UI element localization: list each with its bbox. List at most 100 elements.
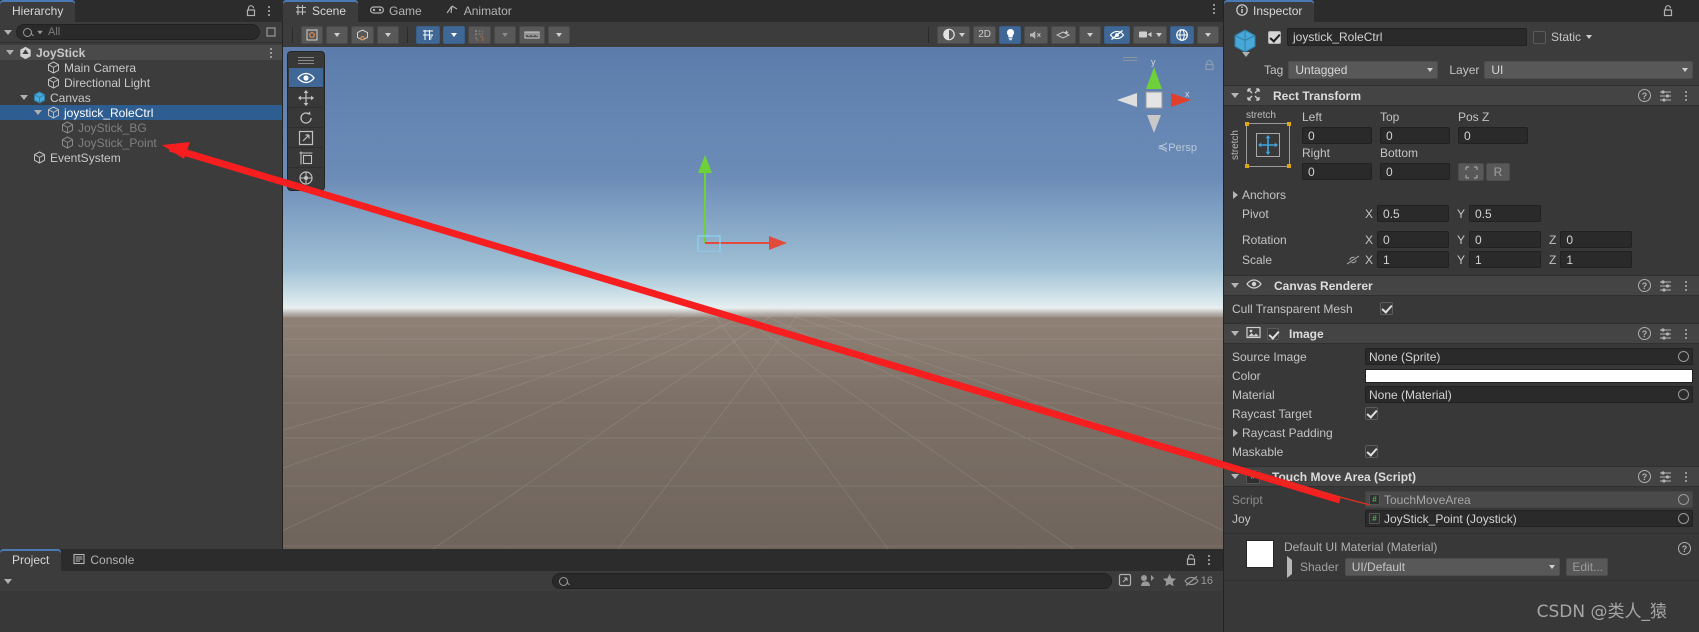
anchors-row[interactable]: Anchors (1224, 185, 1699, 204)
hierarchy-item-eventsystem[interactable]: EventSystem (0, 150, 282, 165)
scene-visibility-button[interactable] (1104, 25, 1130, 44)
project-lock-icon[interactable] (1185, 553, 1197, 567)
pivot-x-input[interactable]: 0.5 (1377, 205, 1450, 222)
static-toggle[interactable]: Static (1533, 30, 1593, 44)
blueprint-mode-button[interactable] (1458, 163, 1484, 181)
grid-snap-dropdown[interactable] (443, 25, 465, 44)
touch-move-area-header[interactable]: # Touch Move Area (Script) ? (1224, 466, 1699, 487)
gameobject-name-input[interactable]: joystick_RoleCtrl (1287, 28, 1527, 46)
raw-edit-button[interactable]: R (1486, 163, 1510, 181)
preset-icon[interactable] (1659, 470, 1672, 483)
image-component-header[interactable]: Image ? (1224, 323, 1699, 344)
handle-space-dropdown[interactable] (377, 25, 399, 44)
image-menu-icon[interactable] (1680, 327, 1692, 341)
scale-link-icon[interactable] (1340, 254, 1365, 266)
scene-camera-button[interactable] (1133, 25, 1167, 44)
canvas-renderer-header[interactable]: Canvas Renderer ? (1224, 275, 1699, 296)
tab-console[interactable]: Console (61, 549, 147, 571)
help-icon[interactable]: ? (1638, 89, 1651, 102)
tag-filter-icon[interactable] (1139, 573, 1155, 590)
tree-expand-icon[interactable] (4, 47, 15, 58)
hierarchy-search-input[interactable]: All (16, 24, 260, 40)
hierarchy-search-extra-icon[interactable] (264, 25, 278, 39)
posz-input[interactable]: 0 (1458, 127, 1528, 144)
anchor-preset-box[interactable] (1244, 122, 1291, 168)
hidden-count[interactable]: 16 (1184, 575, 1213, 587)
inspector-lock-icon[interactable] (1662, 4, 1674, 18)
preset-icon[interactable] (1659, 327, 1672, 340)
left-input[interactable]: 0 (1302, 127, 1372, 144)
rotation-x-input[interactable]: 0 (1377, 231, 1450, 248)
tree-expand-icon[interactable] (32, 107, 43, 118)
raycast-target-checkbox[interactable] (1365, 407, 1378, 420)
open-in-new-window-icon[interactable] (1118, 573, 1132, 590)
scale-z-input[interactable]: 1 (1560, 251, 1633, 268)
image-foldout-icon[interactable] (1230, 331, 1240, 336)
tab-hierarchy[interactable]: Hierarchy (0, 0, 76, 22)
snap-increment-dropdown[interactable] (494, 25, 516, 44)
maskable-checkbox[interactable] (1365, 445, 1378, 458)
scene-gizmos-button[interactable] (1170, 25, 1194, 44)
material-field[interactable]: None (Material) (1365, 386, 1693, 403)
material-help-icon[interactable]: ? (1678, 542, 1691, 555)
hierarchy-item-directional-light[interactable]: Directional Light (0, 75, 282, 90)
tab-animator[interactable]: Animator (433, 0, 524, 22)
bottom-input[interactable]: 0 (1380, 163, 1450, 180)
gameobject-active-checkbox[interactable] (1268, 30, 1281, 44)
shader-dropdown[interactable]: UI/Default (1344, 558, 1560, 576)
hierarchy-item-main-camera[interactable]: Main Camera (0, 60, 282, 75)
transform-tool-button[interactable] (289, 168, 323, 188)
rect-transform-header[interactable]: Rect Transform ? (1224, 85, 1699, 106)
scene-orientation-gizmo[interactable]: y x (1113, 57, 1195, 143)
gameobject-icon-wrap[interactable] (1232, 28, 1262, 57)
help-icon[interactable]: ? (1638, 327, 1651, 340)
touch-move-area-menu-icon[interactable] (1680, 470, 1692, 484)
raycast-padding-foldout-icon[interactable] (1228, 429, 1242, 437)
tab-project[interactable]: Project (0, 549, 62, 571)
top-input[interactable]: 0 (1380, 127, 1450, 144)
cull-transparent-mesh-checkbox[interactable] (1380, 302, 1393, 315)
scene-lighting-button[interactable] (999, 25, 1021, 44)
tab-scene[interactable]: Scene (283, 0, 359, 22)
preset-icon[interactable] (1659, 89, 1672, 102)
project-content-area[interactable] (0, 591, 1223, 631)
move-gizmo[interactable] (691, 147, 801, 255)
rect-transform-menu-icon[interactable] (1680, 89, 1692, 103)
touch-move-area-foldout-icon[interactable] (1230, 474, 1240, 479)
image-enabled-checkbox[interactable] (1267, 327, 1279, 340)
scale-y-input[interactable]: 1 (1469, 251, 1542, 268)
view-tool-button[interactable] (289, 68, 323, 88)
ruler-button[interactable] (519, 25, 545, 44)
right-input[interactable]: 0 (1302, 163, 1372, 180)
scene-fx-button[interactable] (1051, 25, 1076, 44)
hierarchy-item-joystick-rolectrl[interactable]: joystick_RoleCtrl (0, 105, 282, 120)
anchors-foldout-icon[interactable] (1228, 191, 1242, 199)
move-tool-button[interactable] (289, 88, 323, 108)
source-image-field[interactable]: None (Sprite) (1365, 348, 1693, 365)
shader-edit-button[interactable]: Edit... (1565, 558, 1608, 576)
search-filter-icon[interactable] (37, 30, 43, 34)
handle-space-button[interactable] (351, 25, 374, 44)
pivot-mode-button[interactable] (301, 25, 323, 44)
tree-expand-icon[interactable] (18, 92, 29, 103)
overlay-drag-handle[interactable] (298, 57, 314, 64)
object-picker-icon[interactable] (1678, 389, 1689, 400)
hierarchy-menu-icon[interactable] (263, 4, 275, 18)
canvas-renderer-menu-icon[interactable] (1680, 279, 1692, 293)
scene-tab-menu-icon[interactable] (1213, 4, 1215, 14)
scene-gizmo-lock-icon[interactable] (1204, 59, 1215, 75)
scene-context-menu-icon[interactable] (270, 47, 272, 58)
scene-audio-button[interactable] (1024, 25, 1048, 44)
canvas-renderer-foldout-icon[interactable] (1230, 283, 1240, 288)
joy-field[interactable]: # JoyStick_Point (Joystick) (1365, 510, 1693, 527)
hierarchy-item-joystick-bg[interactable]: JoyStick_BG (0, 120, 282, 135)
pivot-mode-dropdown[interactable] (326, 25, 348, 44)
scale-x-input[interactable]: 1 (1377, 251, 1450, 268)
rotation-z-input[interactable]: 0 (1560, 231, 1633, 248)
anchor-preset-widget[interactable]: stretch stretch (1230, 110, 1292, 168)
hierarchy-item-canvas[interactable]: Canvas (0, 90, 282, 105)
project-search-input[interactable] (551, 573, 1112, 589)
hierarchy-item-joystick[interactable]: JoyStick (0, 45, 282, 60)
static-checkbox[interactable] (1533, 30, 1546, 44)
project-menu-icon[interactable] (1203, 553, 1215, 567)
